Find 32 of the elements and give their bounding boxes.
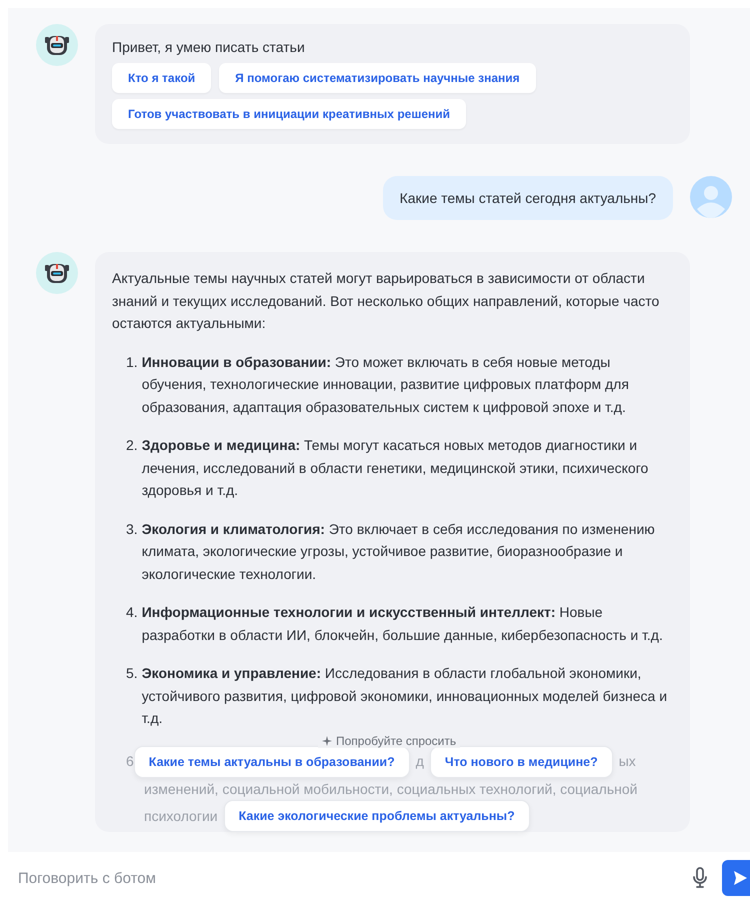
suggestion-chip[interactable]: Я помогаю систематизировать научные знания: [219, 63, 536, 93]
list-number: 5.: [126, 664, 138, 683]
message-text: Актуальные темы научных статей могут варьироваться в зависимости от области знаний и текущих исследований. Вот несколько общих направлений, которые часто остаются актуальными:: [112, 269, 660, 333]
send-icon: [732, 870, 748, 886]
suggestion-chip[interactable]: Кто я такой: [112, 63, 212, 93]
question-button[interactable]: Какие экологические проблемы актуальны?: [224, 800, 530, 832]
user-message: Какие темы статей сегодня актуальны?: [382, 176, 673, 220]
question-button[interactable]: Что нового в медицине?: [430, 746, 613, 778]
list-item-text: Экология и климатология: Это включает в себя исследования по изменению климата, экологические угрозы, устойчивое развитие, биоразнообразие и экологические технологии.: [142, 520, 656, 584]
list-item-text: Инновации в образовании: Это может включать в себя новые методы обучения, технологические инновации, развитие цифровых платформ для образования, адаптация образовательных систем к цифровой эпохе и т.д.: [142, 352, 630, 417]
list-number: 4.: [126, 603, 138, 622]
list-item-text: Информационные технологии и искусственный интеллект: Новые разработки в области ИИ, блокчейн, большие данные, кибербезопасность и т.д.: [142, 603, 664, 645]
list-item-text: Здоровье и медицина: Темы могут касаться новых методов диагностики и лечения, исследований в области генетики, медицинской этики, психического здоровья и т.д.: [142, 436, 650, 500]
list-number: 3.: [126, 520, 138, 538]
robot-avatar: [36, 252, 78, 294]
message-text: Привет, я умею писать статьи: [112, 39, 306, 55]
suggestion-chip[interactable]: Готов участвовать в инициации креативных решений: [112, 99, 466, 129]
send-button[interactable]: [722, 860, 750, 896]
list-number: 2.: [126, 436, 138, 455]
list-number: 1.: [126, 352, 138, 372]
faded-text: ых: [618, 752, 636, 772]
faded-text: д: [416, 752, 424, 772]
user-avatar: [690, 176, 732, 218]
faded-text: изменений, социальной мобильности, социальных технологий, социальной: [144, 780, 638, 799]
message-input[interactable]: Поговорить с ботом: [16, 868, 678, 888]
sparkle-icon: [322, 736, 332, 746]
faded-text: психологии: [144, 806, 218, 826]
list-item-text: Экономика и управление: Исследования в области глобальной экономики, устойчивого развития, цифровой экономики, инновационных моделей бизнеса и т.д.: [142, 664, 668, 728]
suggestions-label: Попробуйте спросить: [336, 734, 456, 748]
microphone-icon[interactable]: [692, 867, 708, 889]
robot-avatar: [36, 24, 78, 66]
faded-text: 6: [126, 752, 134, 772]
